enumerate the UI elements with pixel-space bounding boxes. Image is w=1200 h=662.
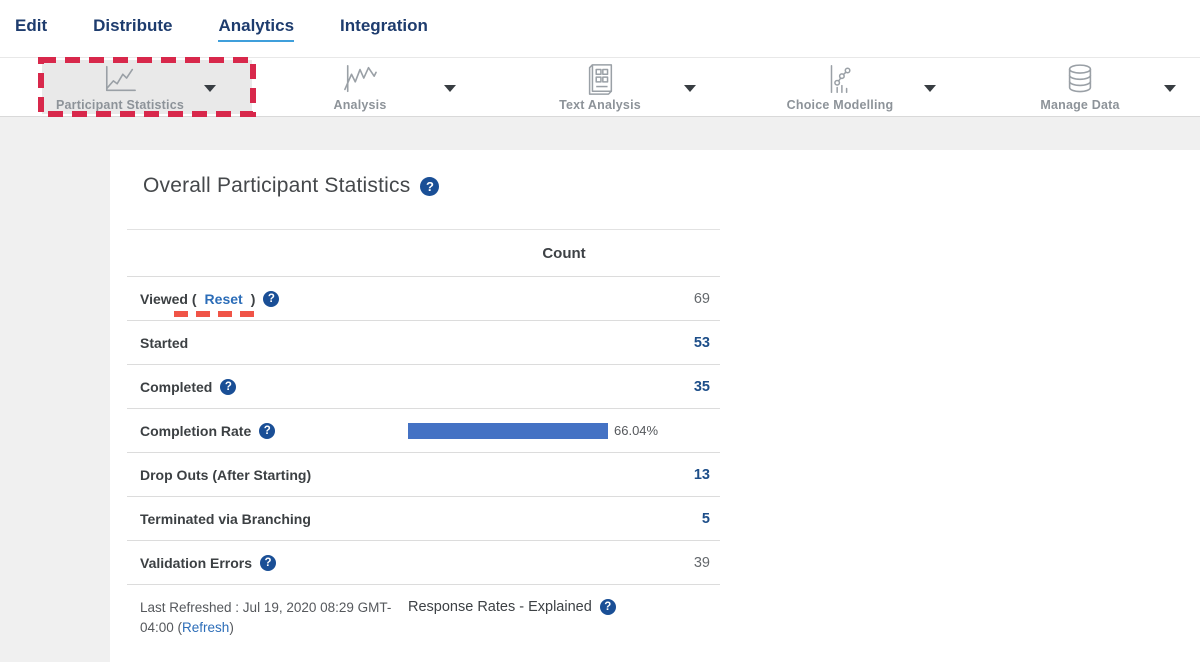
table-row-viewed: Viewed ( Reset ) ? 69	[127, 277, 720, 321]
nav-integration[interactable]: Integration	[340, 16, 428, 42]
row-label: Validation Errors	[140, 555, 252, 571]
scatter-chart-icon	[817, 62, 863, 96]
toolbar-item-label: Analysis	[333, 98, 386, 112]
row-value: 35	[694, 379, 710, 395]
help-icon[interactable]: ?	[220, 379, 236, 395]
line-chart-icon	[97, 62, 143, 96]
refresh-link[interactable]: Refresh	[182, 620, 229, 635]
page: Edit Distribute Analytics Integration	[0, 0, 1200, 662]
nav-edit[interactable]: Edit	[15, 16, 47, 42]
reset-link[interactable]: Reset	[205, 291, 243, 307]
row-value: 53	[694, 335, 710, 351]
app-header: Edit Distribute Analytics Integration	[0, 0, 1200, 117]
last-refreshed-text: Last Refreshed : Jul 19, 2020 08:29 GMT-…	[140, 598, 408, 638]
table-header-row: Count	[127, 230, 720, 277]
row-value: 39	[694, 555, 710, 571]
chevron-down-icon[interactable]	[444, 85, 456, 92]
help-icon[interactable]: ?	[420, 177, 439, 196]
response-rates-label: Response Rates - Explained	[408, 599, 592, 615]
toolbar-item-label: Manage Data	[1040, 98, 1119, 112]
primary-nav: Edit Distribute Analytics Integration	[0, 0, 1200, 57]
analytics-toolbar: Participant Statistics Analysis	[0, 57, 1200, 117]
completion-rate-bar	[408, 423, 608, 439]
toolbar-item-text-analysis[interactable]: Text Analysis	[480, 58, 720, 116]
count-column-header: Count	[542, 245, 585, 262]
chevron-down-icon[interactable]	[924, 85, 936, 92]
table-row-drop-outs: Drop Outs (After Starting) 13	[127, 453, 720, 497]
toolbar-item-manage-data[interactable]: Manage Data	[960, 58, 1200, 116]
toolbar-item-participant-statistics[interactable]: Participant Statistics	[0, 58, 240, 116]
row-label: Viewed (	[140, 291, 197, 307]
page-title: Overall Participant Statistics	[143, 174, 410, 198]
chevron-down-icon[interactable]	[1164, 85, 1176, 92]
table-row-completion-rate: Completion Rate ? 66.04%	[127, 409, 720, 453]
completion-rate-percent: 66.04%	[614, 423, 658, 438]
help-icon[interactable]: ?	[600, 599, 616, 615]
trend-chart-icon	[337, 62, 383, 96]
toolbar-item-label: Text Analysis	[559, 98, 641, 112]
chevron-down-icon[interactable]	[684, 85, 696, 92]
row-value: 13	[694, 467, 710, 483]
last-refreshed-suffix: )	[229, 620, 234, 635]
nav-analytics[interactable]: Analytics	[218, 16, 294, 42]
nav-distribute[interactable]: Distribute	[93, 16, 172, 42]
row-label: Terminated via Branching	[140, 511, 311, 527]
content-area: Overall Participant Statistics ? Count V…	[0, 150, 1200, 662]
toolbar-item-label: Participant Statistics	[56, 98, 184, 112]
participant-stats-table: Count Viewed ( Reset ) ? 69	[127, 229, 720, 638]
content-card: Overall Participant Statistics ? Count V…	[110, 150, 1200, 662]
row-label: Completion Rate	[140, 423, 251, 439]
table-row-completed: Completed ? 35	[127, 365, 720, 409]
toolbar-item-analysis[interactable]: Analysis	[240, 58, 480, 116]
document-grid-icon	[577, 62, 623, 96]
toolbar-item-choice-modelling[interactable]: Choice Modelling	[720, 58, 960, 116]
database-icon	[1057, 62, 1103, 96]
table-row-started: Started 53	[127, 321, 720, 365]
table-row-validation-errors: Validation Errors ? 39	[127, 541, 720, 585]
row-label: Started	[140, 335, 188, 351]
row-value: 5	[702, 511, 710, 527]
help-icon[interactable]: ?	[260, 555, 276, 571]
table-row-terminated: Terminated via Branching 5	[127, 497, 720, 541]
help-icon[interactable]: ?	[259, 423, 275, 439]
table-footer: Last Refreshed : Jul 19, 2020 08:29 GMT-…	[127, 585, 720, 638]
toolbar-item-label: Choice Modelling	[787, 98, 894, 112]
annotation-dashed-underline	[174, 311, 262, 317]
help-icon[interactable]: ?	[263, 291, 279, 307]
response-rates-explained: Response Rates - Explained ?	[408, 598, 616, 615]
last-refreshed-label: Last Refreshed : Jul 19, 2020 08:29 GMT-…	[140, 600, 391, 635]
row-label-suffix: )	[251, 291, 256, 307]
row-label: Completed	[140, 379, 212, 395]
row-label: Drop Outs (After Starting)	[140, 467, 311, 483]
chevron-down-icon[interactable]	[204, 85, 216, 92]
row-value: 69	[694, 291, 710, 307]
